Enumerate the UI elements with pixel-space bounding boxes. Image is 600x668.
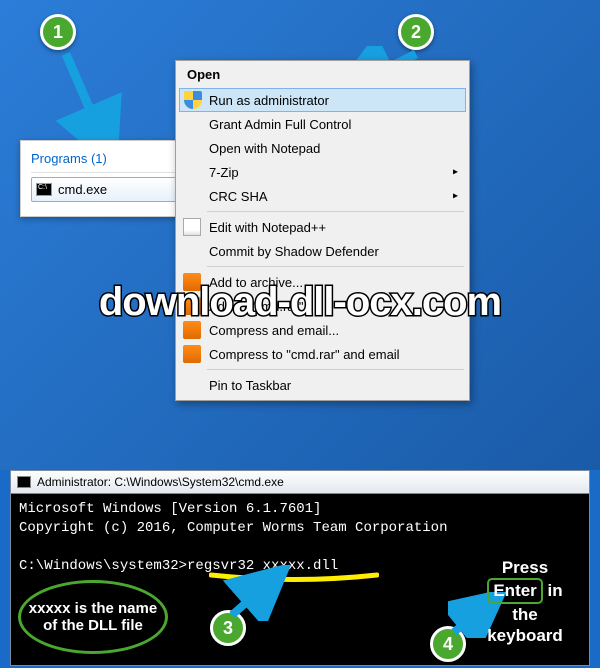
menu-edit-npp[interactable]: Edit with Notepad++	[179, 215, 466, 239]
press-label: Press	[470, 557, 580, 578]
shield-icon	[184, 91, 202, 109]
notepad-icon	[183, 218, 201, 236]
badge-3: 3	[210, 610, 246, 646]
menu-7zip[interactable]: 7-Zip ▸	[179, 160, 466, 184]
menu-item-label: Run as administrator	[209, 93, 329, 108]
cmd-title-text: Administrator: C:\Windows\System32\cmd.e…	[37, 475, 284, 489]
cmd-title-icon	[17, 476, 31, 488]
submenu-arrow-icon: ▸	[453, 167, 458, 178]
cmd-titlebar: Administrator: C:\Windows\System32\cmd.e…	[10, 470, 590, 494]
menu-item-label: CRC SHA	[209, 189, 268, 204]
menu-commit-shadow[interactable]: Commit by Shadow Defender	[179, 239, 466, 263]
menu-item-label: Edit with Notepad++	[209, 220, 326, 235]
menu-item-label: Open with Notepad	[209, 141, 320, 156]
menu-open-notepad[interactable]: Open with Notepad	[179, 136, 466, 160]
cmd-icon	[36, 183, 52, 196]
press-enter-note: Press Enter in the keyboard	[470, 557, 580, 646]
watermark-text: download-dll-ocx.com	[0, 280, 600, 325]
badge-4: 4	[430, 626, 466, 662]
cmd-line: Copyright (c) 2016, Computer Worms Team …	[19, 519, 581, 538]
menu-item-label: Commit by Shadow Defender	[209, 244, 379, 259]
menu-run-as-admin[interactable]: Run as administrator	[179, 88, 466, 112]
menu-separator	[207, 266, 464, 267]
dll-note-oval: xxxxx is the name of the DLL file	[18, 580, 168, 654]
cmd-blank	[19, 538, 581, 557]
menu-item-label: Grant Admin Full Control	[209, 117, 351, 132]
menu-item-label: 7-Zip	[209, 165, 239, 180]
menu-separator	[207, 211, 464, 212]
menu-item-label: Compress to "cmd.rar" and email	[209, 347, 400, 362]
dll-note-text: xxxxx is the name of the DLL file	[21, 600, 165, 635]
yellow-underline	[209, 570, 379, 580]
archive-icon	[183, 345, 201, 363]
submenu-arrow-icon: ▸	[453, 191, 458, 202]
cmd-line: Microsoft Windows [Version 6.1.7601]	[19, 500, 581, 519]
badge-2: 2	[398, 14, 434, 50]
menu-separator	[207, 369, 464, 370]
menu-grant-admin[interactable]: Grant Admin Full Control	[179, 112, 466, 136]
menu-header: Open	[179, 64, 466, 88]
context-menu: Open Run as administrator Grant Admin Fu…	[175, 60, 470, 401]
badge-1: 1	[40, 14, 76, 50]
enter-key-box: Enter	[487, 578, 542, 603]
menu-crc-sha[interactable]: CRC SHA ▸	[179, 184, 466, 208]
program-item-label: cmd.exe	[58, 182, 107, 197]
menu-compress-cmd-email[interactable]: Compress to "cmd.rar" and email	[179, 342, 466, 366]
menu-item-label: Pin to Taskbar	[209, 378, 291, 393]
menu-pin-taskbar[interactable]: Pin to Taskbar	[179, 373, 466, 397]
